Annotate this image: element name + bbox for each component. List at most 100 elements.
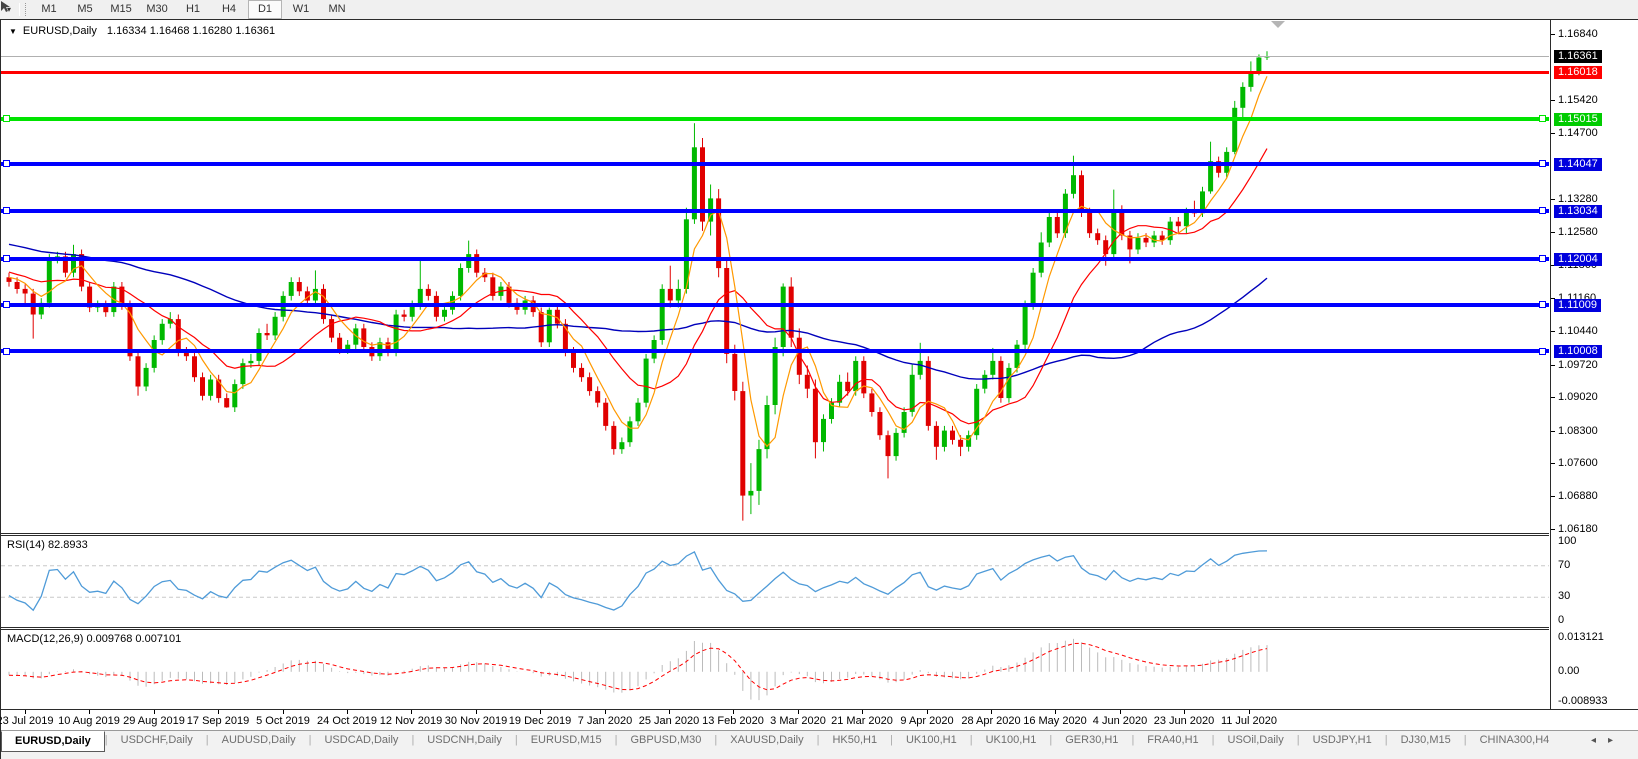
date-axis-label: 17 Sep 2019	[187, 715, 249, 727]
line-handle[interactable]	[3, 301, 10, 308]
tab-scroll-right-icon[interactable]: ▸	[1608, 735, 1625, 746]
chart-shift-marker-icon[interactable]	[1271, 21, 1285, 28]
timeframe-button-w1[interactable]: W1	[284, 0, 318, 19]
price-axis-tick	[1551, 365, 1555, 366]
price-axis[interactable]: 1.168401.154201.147001.132801.125801.118…	[1550, 20, 1638, 709]
cursor-tool-button[interactable]: ▾	[0, 1, 15, 18]
hline-price-badge: 1.16018	[1554, 66, 1602, 79]
price-axis-label: 1.06180	[1558, 523, 1598, 535]
rsi-axis-label: 0	[1558, 614, 1564, 626]
line-handle[interactable]	[1539, 160, 1546, 167]
line-handle[interactable]	[3, 160, 10, 167]
horizontal-line-1.14047[interactable]	[1, 162, 1549, 166]
chart-symbol-period: EURUSD,Daily	[23, 25, 97, 37]
chart-tab-eurusd-m15[interactable]: EURUSD,M15	[518, 731, 615, 750]
line-handle[interactable]	[3, 348, 10, 355]
timeframes-toolbar: ▾ M1M5M15M30H1H4D1W1MN	[0, 0, 1638, 20]
chart-tab-usdcad-daily[interactable]: USDCAD,Daily	[311, 731, 411, 750]
date-axis-label: 4 Jun 2020	[1093, 715, 1147, 727]
timeframe-button-mn[interactable]: MN	[320, 0, 354, 19]
date-axis[interactable]: 23 Jul 201910 Aug 201929 Aug 201917 Sep …	[1, 709, 1638, 731]
date-axis-tick	[605, 710, 606, 714]
price-axis-label: 1.13280	[1558, 193, 1598, 205]
chart-tab-usdjpy-h1[interactable]: USDJPY,H1	[1300, 731, 1385, 750]
current-price-line	[1, 56, 1549, 57]
rsi-label: RSI(14) 82.8933	[7, 539, 88, 551]
price-axis-tick	[1551, 331, 1555, 332]
timeframe-button-d1[interactable]: D1	[248, 0, 282, 19]
date-axis-label: 5 Oct 2019	[256, 715, 310, 727]
date-axis-tick	[991, 710, 992, 714]
chart-title: ▼EURUSD,Daily1.16334 1.16468 1.16280 1.1…	[9, 25, 275, 37]
date-axis-tick	[89, 710, 90, 714]
horizontal-line-1.16018[interactable]	[1, 71, 1549, 74]
line-handle[interactable]	[1539, 301, 1546, 308]
timeframe-buttons: M1M5M15M30H1H4D1W1MN	[31, 0, 355, 19]
chart-tab-xauusd-daily[interactable]: XAUUSD,Daily	[717, 731, 816, 750]
line-handle[interactable]	[1539, 348, 1546, 355]
line-handle[interactable]	[1539, 255, 1546, 262]
date-axis-tick	[1120, 710, 1121, 714]
date-axis-label: 12 Nov 2019	[380, 715, 442, 727]
date-axis-label: 28 Apr 2020	[961, 715, 1020, 727]
chart-tab-uk100-h1[interactable]: UK100,H1	[973, 731, 1050, 750]
chart-tab-fra40-h1[interactable]: FRA40,H1	[1134, 731, 1211, 750]
price-axis-tick	[1551, 100, 1555, 101]
chart-tab-china300-h4[interactable]: CHINA300,H4	[1467, 731, 1563, 750]
date-axis-tick	[1184, 710, 1185, 714]
chart-tab-bar: EURUSD,Daily|USDCHF,Daily|AUDUSD,Daily|U…	[1, 730, 1638, 759]
current-price-badge: 1.16361	[1554, 50, 1602, 63]
date-axis-tick	[218, 710, 219, 714]
timeframe-button-m30[interactable]: M30	[140, 0, 174, 19]
horizontal-line-1.11009[interactable]	[1, 303, 1549, 307]
chart-tab-usdcnh-daily[interactable]: USDCNH,Daily	[414, 731, 515, 750]
chart-tab-ger30-h1[interactable]: GER30,H1	[1052, 731, 1131, 750]
collapse-triangle-icon[interactable]: ▼	[9, 27, 17, 36]
price-axis-label: 1.14700	[1558, 127, 1598, 139]
timeframe-button-h4[interactable]: H4	[212, 0, 246, 19]
chart-tab-hk50-h1[interactable]: HK50,H1	[819, 731, 890, 750]
line-handle[interactable]	[3, 207, 10, 214]
chart-tab-usdchf-daily[interactable]: USDCHF,Daily	[108, 731, 206, 750]
date-axis-label: 25 Jan 2020	[639, 715, 700, 727]
mt4-application-window: ▾ M1M5M15M30H1H4D1W1MN ▼ EURUSD,Daily 1.16…	[0, 0, 1638, 759]
macd-indicator-pane[interactable]: MACD(12,26,9) 0.009768 0.007101	[1, 629, 1549, 710]
price-axis-label: 1.10440	[1558, 325, 1598, 337]
date-axis-tick	[927, 710, 928, 714]
date-axis-label: 30 Nov 2019	[445, 715, 507, 727]
rsi-indicator-pane[interactable]: RSI(14) 82.8933	[1, 535, 1549, 628]
timeframe-button-m1[interactable]: M1	[32, 0, 66, 19]
line-handle[interactable]	[1539, 207, 1546, 214]
price-axis-tick	[1551, 463, 1555, 464]
price-axis-tick	[1551, 232, 1555, 233]
price-axis-label: 1.06880	[1558, 490, 1598, 502]
price-axis-tick	[1551, 496, 1555, 497]
date-axis-tick	[154, 710, 155, 714]
line-handle[interactable]	[3, 255, 10, 262]
horizontal-line-1.15015[interactable]	[1, 117, 1549, 121]
chart-tab-uk100-h1[interactable]: UK100,H1	[893, 731, 970, 750]
date-axis-tick	[669, 710, 670, 714]
line-handle[interactable]	[3, 115, 10, 122]
chart-tab-usoil-daily[interactable]: USOil,Daily	[1215, 731, 1297, 750]
date-axis-label: 24 Oct 2019	[317, 715, 377, 727]
timeframe-button-m15[interactable]: M15	[104, 0, 138, 19]
chart-tab-dj30-m15[interactable]: DJ30,M15	[1388, 731, 1464, 750]
chart-tab-audusd-daily[interactable]: AUDUSD,Daily	[209, 731, 309, 750]
date-axis-label: 11 Jul 2020	[1221, 715, 1277, 727]
chart-tab-eurusd-daily[interactable]: EURUSD,Daily	[1, 731, 105, 752]
date-axis-tick	[733, 710, 734, 714]
timeframe-button-m5[interactable]: M5	[68, 0, 102, 19]
price-axis-label: 1.12580	[1558, 226, 1598, 238]
horizontal-line-1.13034[interactable]	[1, 209, 1549, 213]
main-price-pane[interactable]: ▼EURUSD,Daily1.16334 1.16468 1.16280 1.1…	[1, 20, 1549, 534]
macd-axis-min-label: -0.008933	[1558, 695, 1608, 707]
tab-scroll-left-icon[interactable]: ◂	[1591, 735, 1608, 746]
line-handle[interactable]	[1539, 115, 1546, 122]
timeframe-button-h1[interactable]: H1	[176, 0, 210, 19]
horizontal-line-1.10008[interactable]	[1, 349, 1549, 353]
horizontal-line-1.12004[interactable]	[1, 257, 1549, 261]
rsi-axis-label: 70	[1558, 559, 1570, 571]
chart-tab-gbpusd-m30[interactable]: GBPUSD,M30	[617, 731, 714, 750]
price-axis-tick	[1551, 34, 1555, 35]
